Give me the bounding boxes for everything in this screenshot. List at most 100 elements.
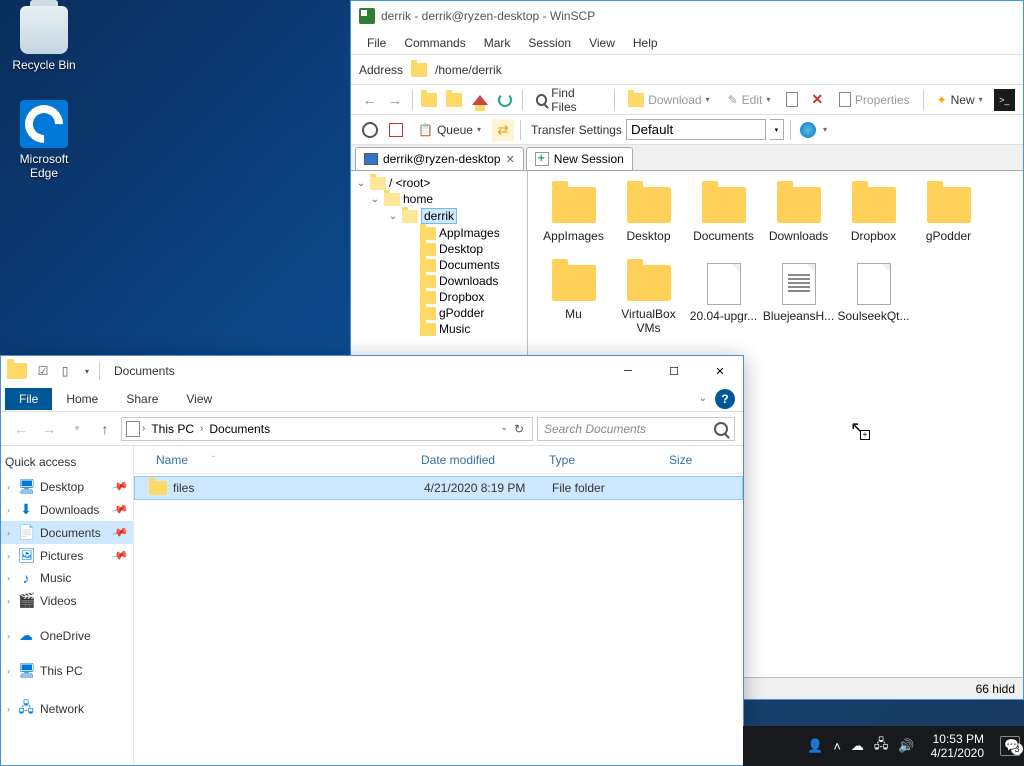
tree-item[interactable]: AppImages: [351, 225, 527, 241]
desktop-icon-recycle-bin[interactable]: Recycle Bin: [6, 6, 82, 72]
help-button[interactable]: ?: [715, 389, 735, 409]
folder-new-button[interactable]: [444, 89, 465, 111]
file-item[interactable]: SoulseekQt...: [836, 261, 911, 339]
sync-layout-button[interactable]: [385, 119, 407, 141]
up-button[interactable]: ↑: [93, 417, 117, 441]
nav-network[interactable]: ›🖧Network: [1, 694, 133, 724]
transfer-settings-dropdown[interactable]: ▾: [770, 119, 784, 140]
session-tab[interactable]: derrik@ryzen-desktop ✕: [355, 147, 524, 170]
sync-button[interactable]: ⇄: [492, 119, 514, 141]
file-item[interactable]: Dropbox: [836, 183, 911, 261]
qat-dropdown[interactable]: ▾: [79, 363, 95, 379]
search-box[interactable]: [537, 417, 735, 441]
tree-item[interactable]: Dropbox: [351, 289, 527, 305]
column-name[interactable]: Nameˆ: [146, 453, 411, 467]
file-item[interactable]: Desktop: [611, 183, 686, 261]
sync-browse-button[interactable]: [797, 119, 819, 141]
ribbon-file[interactable]: File: [5, 388, 52, 410]
onedrive-tray-icon[interactable]: ☁: [851, 738, 864, 754]
new-session-tab[interactable]: New Session: [526, 147, 633, 170]
file-item[interactable]: Downloads: [761, 183, 836, 261]
breadcrumb-documents[interactable]: Documents: [205, 422, 274, 436]
ribbon-home[interactable]: Home: [52, 388, 112, 410]
forward-button[interactable]: →: [384, 89, 405, 111]
breadcrumb-this-pc[interactable]: This PC: [147, 422, 198, 436]
file-item[interactable]: 20.04-upgr...: [686, 261, 761, 339]
people-icon[interactable]: 👤: [807, 738, 823, 754]
winscp-titlebar[interactable]: derrik - derrik@ryzen-desktop - WinSCP: [351, 1, 1023, 31]
tree-root[interactable]: ⌄/ <root>: [351, 175, 527, 191]
close-tab-button[interactable]: ✕: [506, 153, 515, 166]
show-hidden-icons[interactable]: ˄: [833, 739, 841, 754]
ribbon-view[interactable]: View: [172, 388, 226, 410]
close-button[interactable]: ✕: [697, 356, 743, 386]
back-button[interactable]: ←: [9, 417, 33, 441]
home-button[interactable]: [469, 89, 490, 111]
copy-button[interactable]: [781, 89, 802, 111]
chevron-down-icon[interactable]: ▾: [823, 125, 827, 134]
file-item[interactable]: Documents: [686, 183, 761, 261]
forward-button[interactable]: →: [37, 417, 61, 441]
tree-item[interactable]: Music: [351, 321, 527, 337]
nav-music[interactable]: ›♪Music: [1, 567, 133, 589]
collapse-icon[interactable]: ⌄: [369, 194, 381, 205]
file-item[interactable]: gPodder: [911, 183, 986, 261]
menu-commands[interactable]: Commands: [396, 33, 473, 53]
refresh-button[interactable]: ↻: [514, 422, 524, 436]
collapse-icon[interactable]: ⌄: [355, 178, 367, 189]
chevron-right-icon[interactable]: ›: [200, 423, 203, 434]
new-button[interactable]: ✦New▾: [930, 90, 990, 110]
back-button[interactable]: ←: [359, 89, 380, 111]
chevron-right-icon[interactable]: ›: [142, 423, 145, 434]
delete-button[interactable]: ✕: [807, 89, 828, 111]
menu-view[interactable]: View: [581, 33, 623, 53]
tree-home[interactable]: ⌄home: [351, 191, 527, 207]
nav-videos[interactable]: ›🎬Videos: [1, 589, 133, 612]
menu-mark[interactable]: Mark: [476, 33, 519, 53]
column-date[interactable]: Date modified: [411, 453, 539, 467]
list-item-files[interactable]: files 4/21/2020 8:19 PM File folder: [134, 476, 743, 500]
nav-downloads[interactable]: ›⬇Downloads📌: [1, 498, 133, 521]
column-type[interactable]: Type: [539, 453, 659, 467]
breadcrumb[interactable]: › This PC › Documents ⌄ ↻: [121, 417, 533, 441]
desktop-icon-edge[interactable]: Microsoft Edge: [6, 100, 82, 180]
folder-open-button[interactable]: [419, 89, 440, 111]
file-item[interactable]: BluejeansH...: [761, 261, 836, 339]
file-item[interactable]: AppImages: [536, 183, 611, 261]
tree-item[interactable]: Desktop: [351, 241, 527, 257]
taskbar[interactable]: 👤 ˄ ☁ 🖧 🔊 10:53 PM 4/21/2020 💬 3: [743, 726, 1024, 766]
ribbon-share[interactable]: Share: [112, 388, 172, 410]
search-icon[interactable]: [714, 422, 728, 436]
file-item[interactable]: Mu: [536, 261, 611, 339]
nav-pictures[interactable]: ›🖼Pictures📌: [1, 544, 133, 567]
qat-properties-button[interactable]: ☑: [35, 363, 51, 379]
column-size[interactable]: Size: [659, 453, 739, 467]
explorer-titlebar[interactable]: ☑ ▯ ▾ Documents ─ ☐ ✕: [1, 356, 743, 386]
menu-session[interactable]: Session: [520, 33, 579, 53]
nav-documents[interactable]: ›📄Documents📌: [1, 521, 133, 544]
tree-derrik[interactable]: ⌄derrik: [351, 207, 527, 225]
address-path[interactable]: /home/derrik: [435, 63, 502, 77]
queue-button[interactable]: 📋Queue▾: [411, 120, 488, 140]
nav-onedrive[interactable]: ›☁OneDrive: [1, 624, 133, 647]
minimize-button[interactable]: ─: [605, 356, 651, 386]
maximize-button[interactable]: ☐: [651, 356, 697, 386]
nav-desktop[interactable]: ›🖥Desktop📌: [1, 475, 133, 498]
search-input[interactable]: [544, 422, 714, 436]
refresh-button[interactable]: [494, 89, 515, 111]
terminal-button[interactable]: >_: [994, 89, 1015, 111]
taskbar-clock[interactable]: 10:53 PM 4/21/2020: [925, 732, 990, 761]
action-center-button[interactable]: 💬 3: [1000, 736, 1020, 756]
transfer-settings-input[interactable]: [626, 119, 766, 140]
qat-new-folder-button[interactable]: ▯: [57, 363, 73, 379]
tree-item[interactable]: Downloads: [351, 273, 527, 289]
volume-tray-icon[interactable]: 🔊: [898, 738, 914, 754]
ribbon-expand-button[interactable]: ⌄: [699, 393, 707, 404]
nav-quick-access[interactable]: Quick access: [1, 452, 133, 475]
file-list[interactable]: files 4/21/2020 8:19 PM File folder: [134, 474, 743, 765]
tree-item[interactable]: gPodder: [351, 305, 527, 321]
chevron-down-icon[interactable]: ⌄: [500, 422, 508, 436]
properties-button[interactable]: Properties: [832, 89, 917, 110]
nav-this-pc[interactable]: ›🖥This PC: [1, 659, 133, 682]
menu-file[interactable]: File: [359, 33, 394, 53]
